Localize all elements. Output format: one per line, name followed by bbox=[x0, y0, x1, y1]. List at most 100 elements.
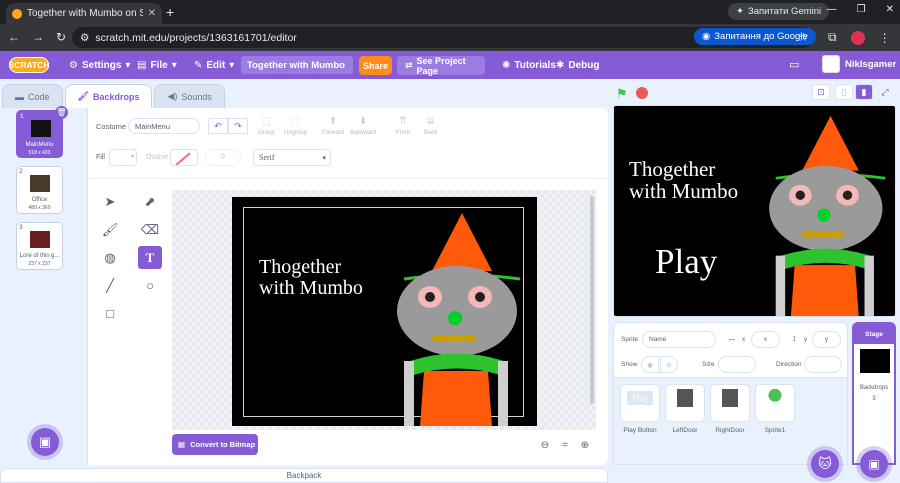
new-tab-button[interactable]: + bbox=[166, 4, 174, 20]
minimize-icon[interactable]: — bbox=[827, 4, 837, 15]
stage-title-text: Thogether with Mumbo bbox=[629, 157, 739, 204]
zoom-out-icon[interactable]: ⊖ bbox=[536, 436, 554, 454]
outline-width-input[interactable]: 0 bbox=[205, 149, 241, 166]
tutorials-label: Tutorials bbox=[514, 59, 556, 71]
nav-buttons: ← → ↻ bbox=[8, 30, 66, 44]
outline-color-picker[interactable] bbox=[170, 149, 198, 166]
backpack-bar[interactable]: Backpack bbox=[0, 468, 608, 483]
left-arm bbox=[775, 255, 786, 316]
reshape-tool-icon[interactable]: ⬈ bbox=[138, 190, 162, 213]
backdrop-item[interactable]: 1 MainMenu 518 x 433 bbox=[16, 110, 63, 158]
see-project-page-button[interactable]: ⇄ See Project Page bbox=[397, 56, 485, 76]
zoom-in-icon[interactable]: ⊕ bbox=[576, 436, 594, 454]
stage-artwork: Thogether with Mumbo Play bbox=[614, 106, 895, 316]
redo-icon[interactable]: ↷ bbox=[228, 118, 248, 134]
forward-label: Forward bbox=[322, 130, 345, 136]
backdrop-item[interactable]: 3 Lore of this g... 237 x 237 bbox=[16, 222, 63, 270]
canvas-vertical-scrollbar[interactable] bbox=[590, 196, 594, 404]
backdrop-size: 237 x 237 bbox=[28, 261, 51, 267]
sprite-item-rightdoor[interactable] bbox=[710, 384, 750, 422]
fill-tool-icon[interactable]: ◍ bbox=[98, 246, 122, 269]
sprite-item-leftdoor[interactable] bbox=[665, 384, 705, 422]
sprite-item-sprite1[interactable] bbox=[755, 384, 795, 422]
debug-button[interactable]: ✱ Debug bbox=[556, 51, 600, 79]
add-sprite-button[interactable]: 🐱 bbox=[811, 450, 839, 478]
settings-menu[interactable]: ⚙ Settings ▾ bbox=[69, 51, 130, 79]
back-arrow-icon[interactable]: ← bbox=[8, 30, 20, 44]
close-window-icon[interactable]: ✕ bbox=[886, 4, 894, 15]
window-controls: — ❐ ✕ bbox=[827, 4, 894, 15]
rectangle-tool-icon[interactable]: □ bbox=[98, 302, 122, 325]
my-stuff-folder-icon[interactable]: ▭ bbox=[789, 58, 799, 71]
convert-to-bitmap-label: Convert to Bitmap bbox=[190, 440, 256, 449]
backdrop-item[interactable]: 2 Office 480 x 360 bbox=[16, 166, 63, 214]
choose-backdrop-button[interactable]: ▣ bbox=[860, 450, 888, 478]
more-menu-icon[interactable]: ⋮ bbox=[879, 31, 891, 45]
x-input[interactable]: x bbox=[751, 331, 780, 348]
backward-button[interactable]: ⬇ Backward bbox=[350, 116, 376, 136]
tab-code[interactable]: ▬ Code bbox=[2, 84, 63, 108]
font-select[interactable]: Serif ▾ bbox=[253, 149, 331, 166]
undo-icon[interactable]: ↶ bbox=[208, 118, 228, 134]
brush-tool-icon[interactable]: 🖌 bbox=[98, 218, 122, 241]
edit-menu[interactable]: ✎ Edit ▾ bbox=[194, 51, 234, 79]
tab-sounds[interactable]: ◀) Sounds bbox=[154, 84, 225, 108]
zoom-reset-icon[interactable]: = bbox=[556, 436, 574, 454]
forward-button[interactable]: ⬆ Forward bbox=[322, 116, 344, 136]
small-stage-icon[interactable]: ▯ bbox=[835, 84, 853, 100]
scratch-logo[interactable]: SCRATCH bbox=[9, 57, 49, 73]
backdrops-label: Backdrops bbox=[859, 385, 889, 391]
select-tool-icon[interactable]: ➤ bbox=[98, 190, 122, 213]
sprite-item-play-button[interactable]: Play bbox=[620, 384, 660, 422]
sprite-name-input[interactable]: Name bbox=[642, 331, 716, 348]
extensions-icon[interactable]: ⧉ bbox=[828, 30, 837, 45]
fullscreen-icon[interactable]: ⤢ bbox=[876, 84, 894, 100]
normal-stage-icon[interactable]: ▮ bbox=[855, 84, 873, 100]
edit-label: Edit bbox=[206, 59, 226, 71]
close-tab-icon[interactable]: ✕ bbox=[148, 8, 156, 19]
add-backdrop-button[interactable]: ▣ bbox=[31, 428, 59, 456]
size-label: Size bbox=[702, 361, 715, 368]
x-label: x bbox=[742, 336, 746, 343]
account-menu[interactable]: Niklsgamer ▾ bbox=[822, 55, 900, 73]
stop-icon[interactable] bbox=[636, 87, 648, 99]
stage[interactable]: Thogether with Mumbo Play bbox=[613, 105, 896, 317]
project-title-input[interactable]: Together with Mumbo bbox=[241, 56, 353, 74]
line-tool-icon[interactable]: ╱ bbox=[98, 274, 122, 297]
ungroup-button[interactable]: ⬚ Ungroup bbox=[284, 116, 307, 136]
share-button[interactable]: Share bbox=[359, 56, 392, 75]
convert-to-bitmap-button[interactable]: ▦ Convert to Bitmap bbox=[172, 434, 258, 455]
screenshot-icon[interactable]: ⊡ bbox=[812, 84, 830, 100]
fill-color-picker[interactable]: ▾ bbox=[109, 149, 137, 166]
site-info-icon[interactable]: ⚙ bbox=[80, 32, 89, 44]
gemini-button[interactable]: ✦ Запитати Gemini bbox=[728, 3, 830, 20]
eraser-tool-icon[interactable]: ⌫ bbox=[138, 218, 162, 241]
costume-name-input[interactable]: MainMenu bbox=[128, 118, 200, 134]
delete-backdrop-icon[interactable]: 🗑 bbox=[55, 106, 68, 119]
bookmark-star-icon[interactable]: ☆ bbox=[798, 30, 809, 44]
profile-avatar[interactable] bbox=[850, 30, 865, 45]
backdrop-size: 480 x 360 bbox=[28, 205, 51, 211]
front-button[interactable]: ⇈ Front bbox=[396, 116, 410, 136]
show-visible-eye-icon[interactable]: ◉ bbox=[641, 356, 659, 373]
y-input[interactable]: y bbox=[812, 331, 841, 348]
group-button[interactable]: ⬚ Group bbox=[258, 116, 275, 136]
reload-icon[interactable]: ↻ bbox=[56, 30, 66, 44]
direction-input[interactable] bbox=[804, 356, 842, 373]
lightbulb-icon: ✺ bbox=[502, 59, 511, 71]
hide-eye-icon[interactable]: ⊘ bbox=[660, 356, 678, 373]
forward-arrow-icon[interactable]: → bbox=[32, 30, 44, 44]
paint-canvas[interactable]: Thogether with Mumbo bbox=[172, 190, 596, 430]
back-button[interactable]: ⇊ Back bbox=[424, 116, 437, 136]
size-input[interactable] bbox=[718, 356, 756, 373]
browser-tab[interactable]: Together with Mumbo on Scrat ✕ bbox=[6, 3, 162, 24]
circle-tool-icon[interactable]: ○ bbox=[138, 274, 162, 297]
green-flag-icon[interactable]: ⚑ bbox=[616, 86, 629, 101]
editor-tabs: ▬ Code 🖌 Backdrops ◀) Sounds bbox=[0, 84, 225, 108]
tab-backdrops[interactable]: 🖌 Backdrops bbox=[64, 84, 153, 108]
text-tool-icon[interactable]: T bbox=[138, 246, 162, 269]
restore-icon[interactable]: ❐ bbox=[857, 4, 866, 15]
tutorials-button[interactable]: ✺ Tutorials bbox=[502, 51, 556, 79]
stage-selector[interactable]: Stage Backdrops 3 bbox=[852, 322, 896, 465]
file-menu[interactable]: ▤ File ▾ bbox=[137, 51, 177, 79]
